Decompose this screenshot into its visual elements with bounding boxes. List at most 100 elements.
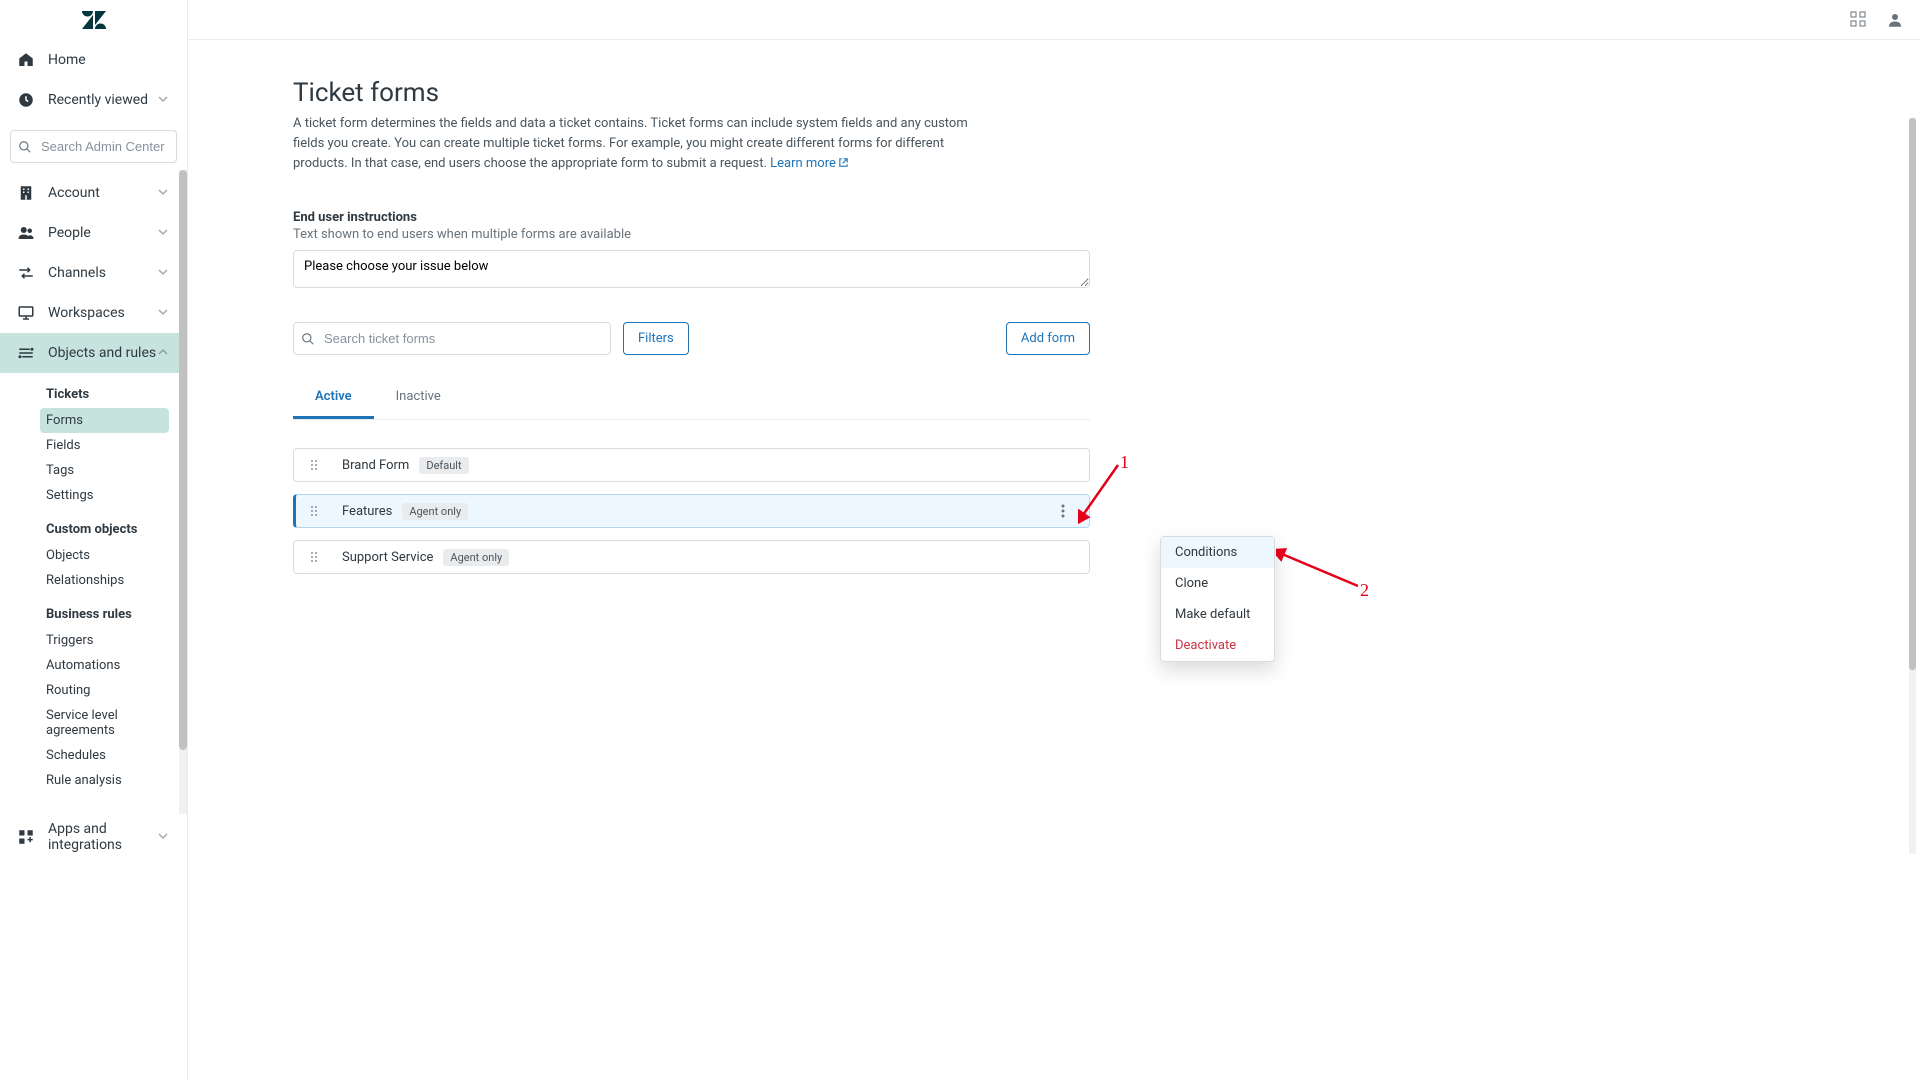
subnav-item-settings[interactable]: Settings xyxy=(40,483,169,508)
dropdown-item-clone[interactable]: Clone xyxy=(1161,568,1274,599)
nav-home-label: Home xyxy=(48,52,171,68)
end-user-instructions-section: End user instructions Text shown to end … xyxy=(293,210,1090,292)
drag-handle-icon[interactable] xyxy=(308,458,320,472)
sidebar-search-input[interactable] xyxy=(10,130,177,163)
page-description: A ticket form determines the fields and … xyxy=(293,114,993,174)
drag-handle-icon[interactable] xyxy=(308,550,320,564)
chevron-up-icon xyxy=(157,346,171,360)
logo-area xyxy=(0,0,187,40)
subnav-header-custom-objects: Custom objects xyxy=(46,514,187,543)
rules-icon xyxy=(16,343,36,363)
dropdown-item-conditions[interactable]: Conditions xyxy=(1161,537,1274,568)
user-profile-icon[interactable] xyxy=(1886,11,1904,29)
subnav-item-forms[interactable]: Forms xyxy=(40,408,169,433)
nav-objects-and-rules[interactable]: Objects and rules xyxy=(0,333,187,373)
nav-recently-viewed[interactable]: Recently viewed xyxy=(0,80,187,120)
search-icon xyxy=(301,332,315,346)
content: Ticket forms A ticket form determines th… xyxy=(293,40,1090,626)
more-actions-button[interactable] xyxy=(1051,499,1075,523)
tab-inactive[interactable]: Inactive xyxy=(374,379,463,419)
subnav-item-automations[interactable]: Automations xyxy=(40,653,169,678)
sidebar-scrollbar[interactable] xyxy=(179,170,187,814)
drag-handle-icon[interactable] xyxy=(308,504,320,518)
forms-toolbar: Filters Add form xyxy=(293,322,1090,355)
page-title: Ticket forms xyxy=(293,78,1090,108)
form-row[interactable]: Support Service Agent only xyxy=(293,540,1090,574)
nav-apps-integrations[interactable]: Apps and integrations xyxy=(0,811,187,863)
form-row[interactable]: Brand Form Default xyxy=(293,448,1090,482)
arrows-icon xyxy=(16,263,36,283)
nav-workspaces[interactable]: Workspaces xyxy=(0,293,187,333)
building-icon xyxy=(16,183,36,203)
subnav-item-fields[interactable]: Fields xyxy=(40,433,169,458)
subnav-item-tags[interactable]: Tags xyxy=(40,458,169,483)
chevron-down-icon xyxy=(157,226,171,240)
chevron-down-icon xyxy=(157,93,171,107)
nav-recently-viewed-label: Recently viewed xyxy=(48,92,157,108)
annotation-label-1: 1 xyxy=(1120,452,1129,473)
form-badge: Agent only xyxy=(402,503,468,520)
tabs: Active Inactive xyxy=(293,379,1090,420)
monitor-icon xyxy=(16,303,36,323)
sidebar-search xyxy=(10,130,177,163)
sidebar: Home Recently viewed Account xyxy=(0,0,188,1080)
subnav-header-tickets: Tickets xyxy=(46,379,187,408)
form-badge: Agent only xyxy=(443,549,509,566)
subnav-item-objects[interactable]: Objects xyxy=(40,543,169,568)
content-scrollbar-thumb[interactable] xyxy=(1909,118,1916,670)
subnav-item-triggers[interactable]: Triggers xyxy=(40,628,169,653)
subnav-item-routing[interactable]: Routing xyxy=(40,678,169,703)
dropdown-item-deactivate[interactable]: Deactivate xyxy=(1161,630,1274,661)
dropdown-item-make-default[interactable]: Make default xyxy=(1161,599,1274,630)
form-name: Brand Form xyxy=(342,458,409,473)
subnav-header-business-rules: Business rules xyxy=(46,599,187,628)
chevron-down-icon xyxy=(157,266,171,280)
subnav-item-schedules[interactable]: Schedules xyxy=(40,743,169,768)
clock-icon xyxy=(16,90,36,110)
sidebar-scrollbar-thumb[interactable] xyxy=(179,170,187,750)
nav-people[interactable]: People xyxy=(0,213,187,253)
form-row[interactable]: Features Agent only xyxy=(293,494,1090,528)
instructions-hint: Text shown to end users when multiple fo… xyxy=(293,227,1090,242)
zendesk-logo-icon xyxy=(82,11,106,29)
chevron-down-icon xyxy=(157,186,171,200)
nav-home[interactable]: Home xyxy=(0,40,187,80)
tab-active[interactable]: Active xyxy=(293,379,374,419)
nav-people-label: People xyxy=(48,225,157,241)
form-search xyxy=(293,322,611,355)
search-icon xyxy=(18,140,32,154)
annotation-label-2: 2 xyxy=(1360,580,1369,601)
chevron-down-icon xyxy=(157,830,171,844)
main: Ticket forms A ticket form determines th… xyxy=(188,0,1920,1080)
apps-icon xyxy=(16,827,36,847)
subnav-item-rule-analysis[interactable]: Rule analysis xyxy=(40,768,169,793)
nav-channels[interactable]: Channels xyxy=(0,253,187,293)
chevron-down-icon xyxy=(157,306,171,320)
home-icon xyxy=(16,50,36,70)
topbar xyxy=(188,0,1920,40)
filters-button[interactable]: Filters xyxy=(623,322,689,355)
apps-grid-icon[interactable] xyxy=(1850,11,1868,29)
nav-account-label: Account xyxy=(48,185,157,201)
form-search-input[interactable] xyxy=(293,322,611,355)
learn-more-link[interactable]: Learn more xyxy=(770,156,849,171)
subnav-objects-and-rules: Tickets Forms Fields Tags Settings Custo… xyxy=(0,379,187,793)
nav-channels-label: Channels xyxy=(48,265,157,281)
form-name: Features xyxy=(342,504,392,519)
form-badge: Default xyxy=(419,457,468,474)
forms-list: Brand Form Default Features Agent only xyxy=(293,448,1090,574)
subnav-item-relationships[interactable]: Relationships xyxy=(40,568,169,593)
add-form-button[interactable]: Add form xyxy=(1006,322,1090,355)
people-icon xyxy=(16,223,36,243)
external-link-icon xyxy=(838,157,849,168)
nav-workspaces-label: Workspaces xyxy=(48,305,157,321)
nav-account[interactable]: Account xyxy=(0,173,187,213)
annotation-arrow-2 xyxy=(1276,548,1366,594)
row-actions-dropdown: Conditions Clone Make default Deactivate xyxy=(1160,536,1275,662)
content-scrollbar[interactable] xyxy=(1909,118,1916,854)
nav-apps-integrations-label: Apps and integrations xyxy=(48,821,157,853)
instructions-input[interactable] xyxy=(293,250,1090,288)
nav-objects-and-rules-label: Objects and rules xyxy=(48,345,157,361)
form-name: Support Service xyxy=(342,550,433,565)
subnav-item-sla[interactable]: Service level agreements xyxy=(40,703,169,743)
